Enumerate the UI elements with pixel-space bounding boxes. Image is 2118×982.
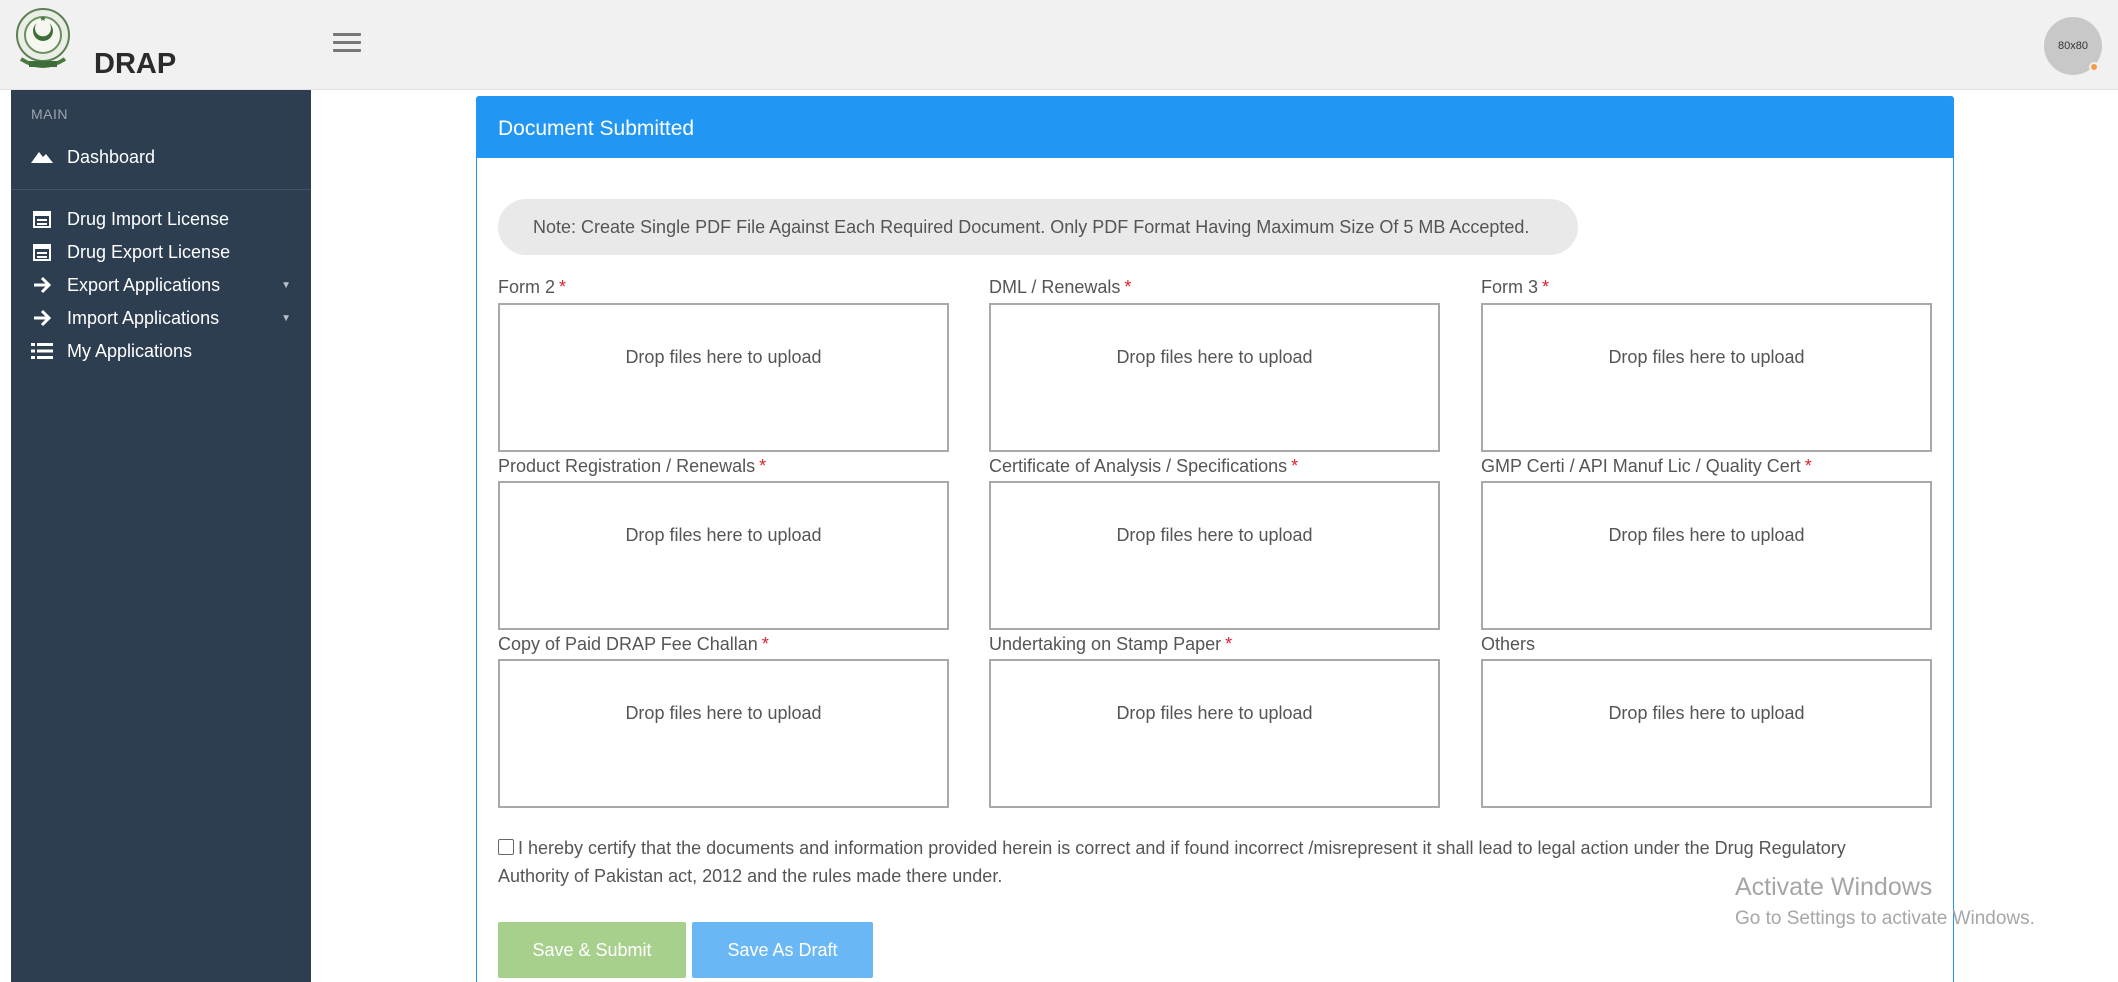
- sidebar-item-drug-export-license[interactable]: Drug Export License: [31, 237, 301, 267]
- required-mark: *: [1225, 634, 1233, 654]
- dropzone-gmp-certi[interactable]: Drop files here to upload: [1481, 481, 1932, 630]
- status-dot: [2089, 62, 2099, 72]
- activation-watermark: Activate Windows Go to Settings to activ…: [1735, 873, 2035, 930]
- sidebar-item-label: Drug Export License: [67, 241, 231, 262]
- field-label-gmp-certi: GMP Certi / API Manuf Lic / Quality Cert…: [1481, 456, 1812, 476]
- dropzone-certificate-of-analysis[interactable]: Drop files here to upload: [989, 481, 1440, 630]
- sidebar-item-drug-import-license[interactable]: Drug Import License: [31, 204, 301, 234]
- certify-checkbox[interactable]: [498, 839, 514, 855]
- required-mark: *: [759, 456, 767, 476]
- field-label-undertaking: Undertaking on Stamp Paper *: [989, 634, 1233, 654]
- field-label-form-2: Form 2 *: [498, 277, 567, 297]
- arrow-right-icon: [31, 274, 53, 296]
- arrow-right-icon: [31, 307, 53, 329]
- required-mark: *: [559, 277, 567, 297]
- certify-text: I hereby certify that the documents and …: [498, 838, 1846, 886]
- required-mark: *: [1542, 277, 1550, 297]
- sidebar-item-label: My Applications: [67, 340, 193, 361]
- required-mark: *: [1804, 456, 1812, 476]
- dropzone-fee-challan[interactable]: Drop files here to upload: [498, 659, 949, 808]
- dropzone-product-registration[interactable]: Drop files here to upload: [498, 481, 949, 630]
- chevron-down-icon: ▼: [281, 279, 291, 291]
- sidebar-item-label: Dashboard: [67, 146, 156, 167]
- sidebar-item-label: Export Applications: [67, 274, 221, 295]
- dropzone-form-2[interactable]: Drop files here to upload: [498, 303, 949, 452]
- calendar-icon: [31, 208, 53, 230]
- watermark-title: Activate Windows: [1735, 873, 1933, 901]
- required-mark: *: [761, 634, 769, 654]
- dropzone-others[interactable]: Drop files here to upload: [1481, 659, 1932, 808]
- chevron-down-icon: ▼: [281, 312, 291, 324]
- drap-logo-icon: [16, 8, 70, 68]
- required-mark: *: [1124, 277, 1132, 297]
- field-label-product-registration: Product Registration / Renewals *: [498, 456, 767, 476]
- dropzone-undertaking[interactable]: Drop files here to upload: [989, 659, 1440, 808]
- certification: I hereby certify that the documents and …: [498, 834, 1898, 890]
- dropzone-form-3[interactable]: Drop files here to upload: [1481, 303, 1932, 452]
- sidebar-item-label: Import Applications: [67, 307, 220, 328]
- dropzone-dml-renewals[interactable]: Drop files here to upload: [989, 303, 1440, 452]
- brand-title: DRAP: [94, 48, 177, 80]
- required-mark: *: [1291, 456, 1299, 476]
- save-submit-button[interactable]: Save & Submit: [498, 922, 686, 978]
- panel-title: Document Submitted: [477, 97, 1953, 158]
- documents-panel: Document Submitted Note: Create Single P…: [476, 96, 1954, 982]
- save-draft-button[interactable]: Save As Draft: [692, 922, 873, 978]
- field-label-others: Others: [1481, 634, 1536, 654]
- list-icon: [31, 340, 53, 362]
- field-label-certificate-of-analysis: Certificate of Analysis / Specifications…: [989, 456, 1299, 476]
- mountain-icon: [31, 146, 53, 168]
- sidebar: MAIN Dashboard Drug Import License Drug …: [11, 90, 311, 982]
- sidebar-item-my-applications[interactable]: My Applications: [31, 336, 301, 366]
- sidebar-item-dashboard[interactable]: Dashboard: [31, 142, 301, 172]
- sidebar-item-import-applications[interactable]: Import Applications ▼: [31, 303, 301, 333]
- calendar-icon: [31, 241, 53, 263]
- field-label-dml-renewals: DML / Renewals *: [989, 277, 1132, 297]
- sidebar-item-export-applications[interactable]: Export Applications ▼: [31, 270, 301, 300]
- top-bar: DRAP 80x80: [0, 0, 2118, 90]
- menu-toggle-icon[interactable]: [333, 33, 361, 55]
- field-label-form-3: Form 3 *: [1481, 277, 1550, 297]
- sidebar-item-label: Drug Import License: [67, 208, 230, 229]
- sidebar-divider: [11, 189, 311, 190]
- upload-note: Note: Create Single PDF File Against Eac…: [498, 199, 1578, 255]
- sidebar-section-label: MAIN: [31, 106, 68, 122]
- field-label-fee-challan: Copy of Paid DRAP Fee Challan *: [498, 634, 769, 654]
- watermark-subtitle: Go to Settings to activate Windows.: [1735, 908, 2035, 929]
